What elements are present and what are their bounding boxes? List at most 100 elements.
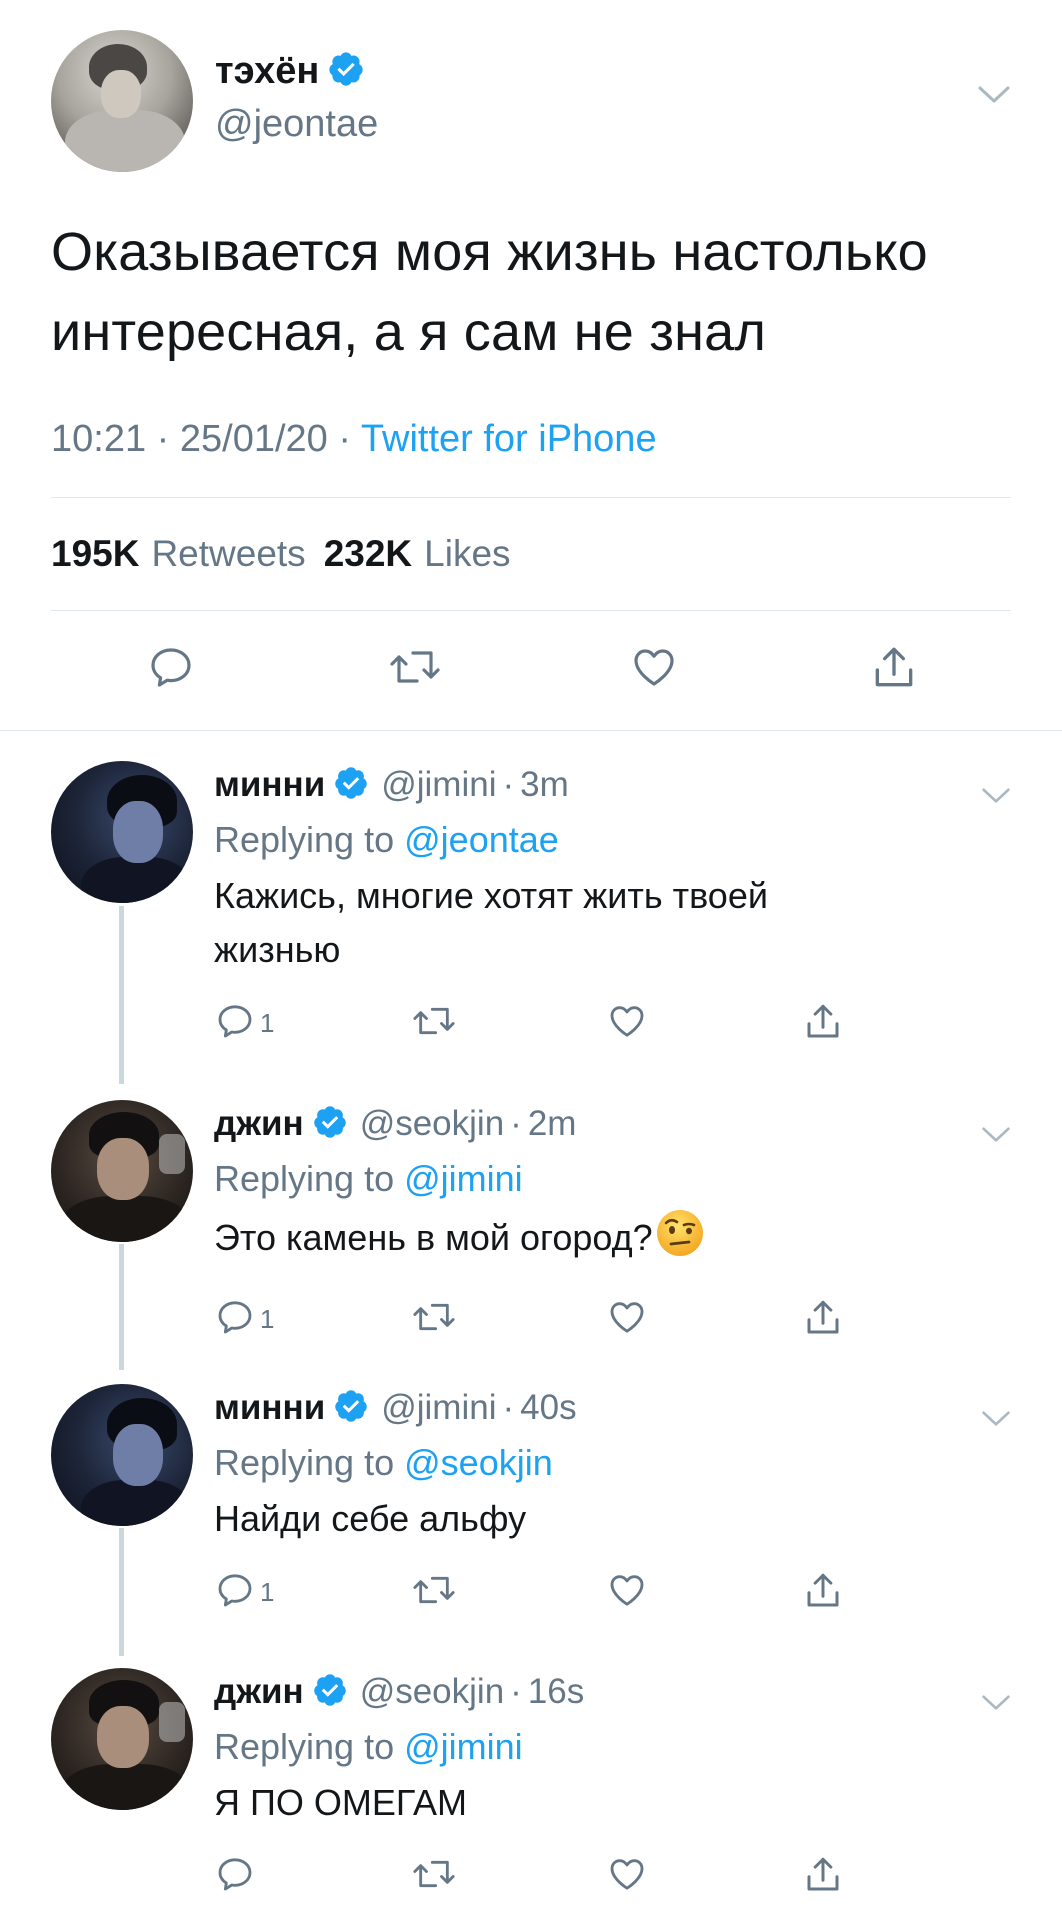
author-handle: @jeontae	[215, 103, 379, 145]
like-icon[interactable]	[606, 1854, 648, 1894]
reply-icon	[214, 1001, 256, 1046]
tweet-time: 40s	[520, 1388, 577, 1427]
reply-count: 1	[260, 1304, 275, 1334]
tweet-text: Кажись, многие хотят жить твоей жизнью	[214, 869, 1062, 977]
author-name[interactable]: джин	[214, 1104, 304, 1144]
author-info[interactable]: тэхён @jeontae	[215, 50, 378, 146]
replying-label: Replying to	[214, 1158, 395, 1199]
reply-icon	[214, 1297, 256, 1342]
share-icon[interactable]	[802, 1297, 844, 1339]
tweet-stats: 195K Retweets 232K Likes	[51, 498, 1011, 610]
replying-to: Replying to @jimini	[214, 1726, 1062, 1768]
avatar[interactable]	[51, 1100, 193, 1242]
replying-to: Replying to @jimini	[214, 1158, 1062, 1200]
retweet-icon[interactable]	[410, 1001, 458, 1041]
verified-badge-icon	[312, 1672, 348, 1713]
author-handle: @seokjin	[359, 1672, 505, 1711]
tweet-text-line: Найди себе альфу	[214, 1498, 527, 1539]
retweet-icon[interactable]	[410, 1854, 458, 1894]
tweet-time: 10:21	[51, 418, 147, 460]
chevron-down-icon[interactable]	[977, 85, 1011, 110]
retweets-count[interactable]: 195K	[51, 533, 139, 575]
verified-badge-icon	[312, 1104, 348, 1145]
verified-badge-icon	[333, 1388, 369, 1429]
tweet-actions: 1	[214, 1564, 1062, 1624]
raised-eyebrow-emoji-icon	[655, 1208, 705, 1273]
main-tweet: тэхён @jeontae Оказывается моя жизнь нас…	[0, 0, 1062, 731]
tweet-date: 25/01/20	[179, 418, 328, 460]
likes-count[interactable]: 232K	[324, 533, 412, 575]
tweet-source-link[interactable]: Twitter for iPhone	[361, 418, 657, 460]
tweet-text-line: Это камень в мой огород?	[214, 1217, 653, 1258]
author-handle: @jimini	[381, 1388, 497, 1427]
avatar[interactable]	[51, 1668, 193, 1810]
thread-line	[119, 1244, 124, 1370]
retweet-icon[interactable]	[410, 1297, 458, 1337]
meta-separator: ·	[502, 765, 515, 804]
meta-separator: ·	[510, 1672, 522, 1711]
meta-separator: ·	[510, 1104, 522, 1143]
tweet-text: Я ПО ОМЕГАМ	[214, 1776, 1062, 1830]
reply-button[interactable]	[214, 1854, 256, 1899]
tweet-meta: 10:21 · 25/01/20 · Twitter for iPhone	[51, 418, 1011, 461]
mention-link[interactable]: @jeontae	[404, 819, 559, 860]
main-tweet-header: тэхён @jeontae	[51, 30, 1011, 172]
retweet-icon[interactable]	[410, 1570, 458, 1610]
tweet-time: 16s	[527, 1672, 585, 1711]
reply-count: 1	[260, 1577, 275, 1607]
share-icon[interactable]	[802, 1001, 844, 1043]
thread-line	[119, 1528, 124, 1656]
author-name[interactable]: минни	[214, 765, 325, 805]
meta-separator: ·	[502, 1388, 515, 1427]
avatar[interactable]	[51, 30, 193, 172]
tweet-text-line: жизнью	[214, 929, 341, 970]
like-icon[interactable]	[606, 1570, 648, 1610]
share-icon[interactable]	[869, 643, 919, 698]
share-icon[interactable]	[802, 1854, 844, 1896]
author-name[interactable]: минни	[214, 1388, 325, 1428]
author-name[interactable]: джин	[214, 1672, 304, 1712]
mention-link[interactable]: @jimini	[404, 1726, 523, 1767]
reply-button[interactable]: 1	[214, 1297, 274, 1342]
reply-count: 1	[260, 1008, 275, 1038]
verified-badge-icon	[327, 50, 365, 93]
tweet-text: Это камень в мой огород?	[214, 1208, 1062, 1273]
tweet-time: 3m	[520, 765, 569, 804]
share-icon[interactable]	[802, 1570, 844, 1612]
avatar[interactable]	[51, 1384, 193, 1526]
tweet-actions: 1	[214, 995, 1062, 1055]
like-icon[interactable]	[606, 1297, 648, 1337]
divider	[0, 730, 1062, 731]
tweet-text-line: интересная, а я сам не знал	[51, 302, 767, 362]
avatar[interactable]	[51, 761, 193, 903]
tweet-actions	[214, 1848, 1062, 1908]
tweet-actions: 1	[214, 1291, 1062, 1351]
retweets-label[interactable]: Retweets	[151, 533, 305, 575]
author-handle: @seokjin	[359, 1104, 505, 1143]
retweet-icon[interactable]	[387, 643, 443, 696]
likes-label[interactable]: Likes	[424, 533, 510, 575]
thread-line	[119, 906, 124, 1084]
reply-icon	[214, 1570, 256, 1615]
tweet-time: 2m	[527, 1104, 577, 1143]
author-name: тэхён	[215, 50, 320, 92]
reply-button[interactable]: 1	[214, 1001, 274, 1046]
replying-label: Replying to	[214, 1726, 395, 1767]
tweet-text-line: Я ПО ОМЕГАМ	[214, 1782, 467, 1823]
mention-link[interactable]: @seokjin	[404, 1442, 553, 1483]
author-handle: @jimini	[381, 765, 497, 804]
tweet-text-line: Кажись, многие хотят жить твоей	[214, 875, 768, 916]
replying-label: Replying to	[214, 1442, 395, 1483]
tweet-actions	[51, 611, 1011, 723]
replying-to: Replying to @seokjin	[214, 1442, 1062, 1484]
like-icon[interactable]	[629, 643, 679, 696]
reply-button[interactable]: 1	[214, 1570, 274, 1615]
meta-separator: ·	[156, 418, 170, 460]
like-icon[interactable]	[606, 1001, 648, 1041]
replying-to: Replying to @jeontae	[214, 819, 1062, 861]
mention-link[interactable]: @jimini	[404, 1158, 523, 1199]
reply-icon[interactable]	[146, 643, 196, 696]
tweet-text: Оказывается моя жизнь настолько интересн…	[51, 212, 1011, 372]
meta-separator: ·	[338, 418, 352, 460]
verified-badge-icon	[333, 765, 369, 806]
